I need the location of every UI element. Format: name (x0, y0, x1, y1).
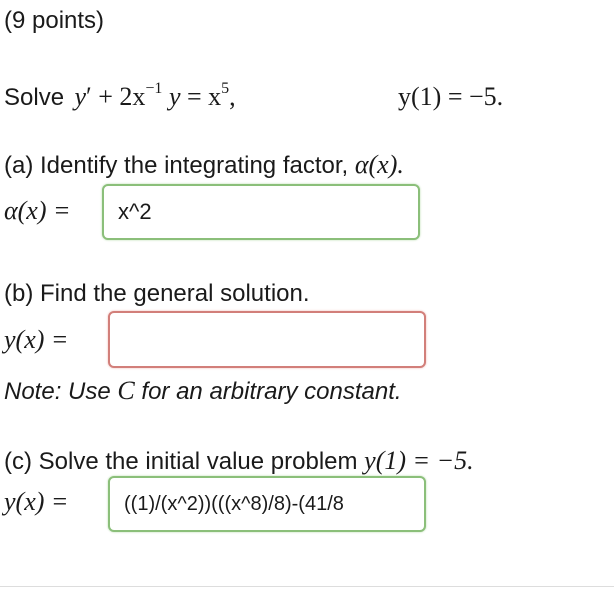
general-solution-input[interactable] (108, 311, 426, 368)
part-a-prompt: (a) Identify the integrating factor, α(x… (4, 150, 404, 180)
note-prefix: Note: Use (4, 378, 118, 405)
part-a-label: α(x) = (4, 196, 71, 225)
part-a-text: (a) Identify the integrating factor, (4, 152, 355, 179)
eq-eq: = x (180, 82, 222, 111)
part-b-prompt: (b) Find the general solution. (4, 280, 310, 307)
problem-statement: Solve y′ + 2x−1 y = x5, (4, 80, 236, 112)
eq-y2: y (162, 82, 181, 111)
eq-exp5: 5 (221, 80, 230, 98)
bottom-divider (0, 586, 614, 587)
eq-exp: −1 (145, 80, 163, 98)
differential-equation: y′ + 2x−1 y = x5, (74, 80, 236, 111)
note-suffix: for an arbitrary constant. (134, 378, 402, 405)
ivp-solution-input[interactable]: ((1)/(x^2))(((x^8)/8)-(41/8 (108, 476, 426, 532)
problem-prefix: Solve (4, 84, 65, 111)
part-c-math: y(1) = −5. (364, 446, 474, 475)
note-constant: C (117, 376, 135, 405)
part-b-label: y(x) = (4, 325, 69, 354)
part-c-label: y(x) = (4, 487, 69, 516)
points-label: (9 points) (4, 7, 105, 34)
integrating-factor-input[interactable]: x^2 (102, 184, 420, 240)
part-a-math: α(x). (354, 150, 404, 179)
part-c-text: (c) Solve the initial value problem (4, 448, 365, 475)
eq-y: y (74, 82, 87, 111)
part-b-note: Note: Use C for an arbitrary constant. (4, 376, 402, 406)
part-c-prompt: (c) Solve the initial value problem y(1)… (4, 446, 474, 476)
initial-condition: y(1) = −5. (398, 82, 504, 111)
eq-comma: , (229, 82, 236, 111)
eq-mid: + 2x (91, 82, 146, 111)
